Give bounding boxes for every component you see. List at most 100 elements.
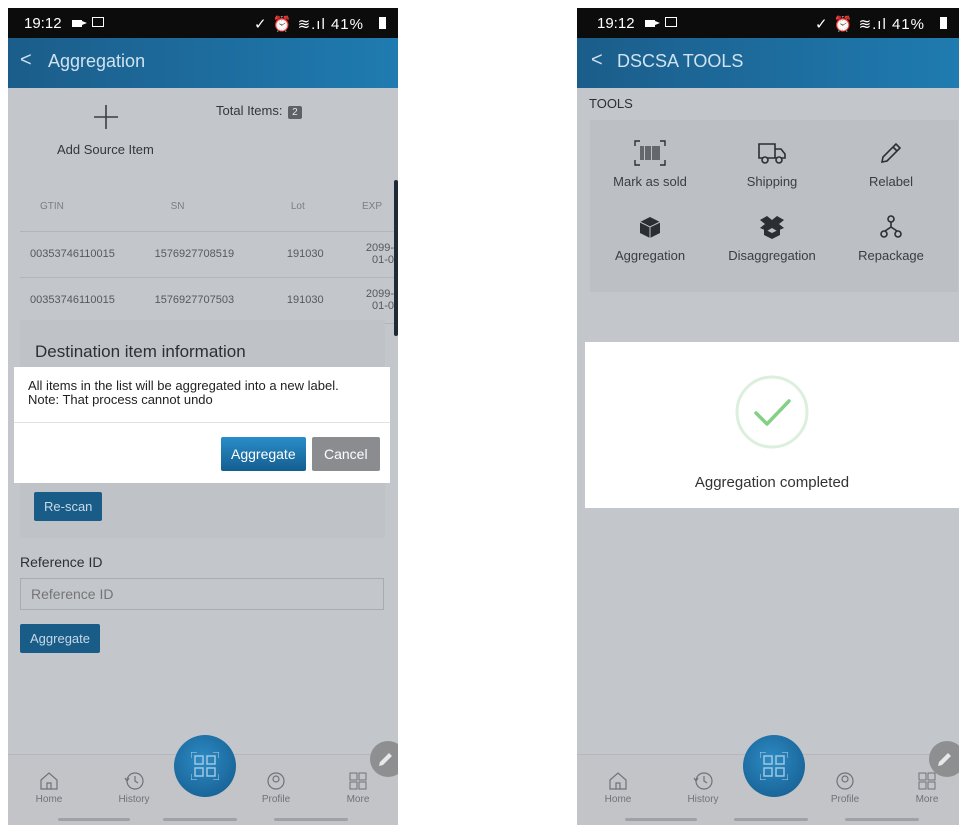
open-box-icon <box>760 216 784 239</box>
home-icon <box>609 772 627 790</box>
system-nav-hint <box>845 818 919 821</box>
nav-home-label: Home <box>604 794 632 805</box>
tool-label: Mark as sold <box>613 174 687 189</box>
reference-id-label: Reference ID <box>20 554 103 570</box>
reference-id-input[interactable] <box>20 578 384 610</box>
table-row[interactable]: 00353746110015 1576927708519 191030 2099… <box>20 231 398 277</box>
system-nav-hint <box>163 818 237 821</box>
bottom-navigation: Home History Profile More <box>8 735 398 825</box>
tool-relabel[interactable]: Relabel <box>836 140 946 189</box>
profile-icon <box>836 772 854 790</box>
total-items: Total Items: 2 <box>216 103 302 119</box>
nav-profile[interactable]: Profile <box>246 770 306 805</box>
grid-icon <box>349 772 367 790</box>
tools-section-title: TOOLS <box>589 96 633 111</box>
tool-label: Repackage <box>858 248 924 263</box>
success-message: Aggregation completed <box>694 474 850 491</box>
tool-disaggregation[interactable]: Disaggregation <box>717 214 827 263</box>
barcode-icon <box>634 140 666 166</box>
cell-sn: 1576927708519 <box>154 248 235 260</box>
tools-grid: Mark as sold Shipping Relabel Aggregatio… <box>590 120 958 292</box>
page-title: Aggregation <box>48 51 146 71</box>
battery-icon <box>379 17 386 29</box>
add-source-item-label: Add Source Item <box>57 142 154 157</box>
app-bar: < Aggregation <box>8 38 398 88</box>
hierarchy-icon <box>880 215 902 238</box>
gallery-icon <box>665 17 677 27</box>
column-header-exp: EXP <box>361 201 382 213</box>
cell-gtin: 00353746110015 <box>30 294 115 306</box>
tool-aggregation[interactable]: Aggregation <box>595 214 705 263</box>
history-icon <box>124 772 144 790</box>
nav-home-label: Home <box>35 794 63 805</box>
dialog-message-line2: Note: That process cannot undo <box>28 392 213 407</box>
pencil-icon <box>880 142 902 164</box>
nav-history[interactable]: History <box>673 770 733 805</box>
plus-icon <box>94 105 118 129</box>
source-items-table: GTIN SN Lot EXP 00353746110015 157692770… <box>20 183 398 324</box>
nav-home[interactable]: Home <box>19 770 79 805</box>
bottom-navigation: Home History Profile More <box>577 735 959 825</box>
success-dialog: Aggregation completed <box>585 342 959 508</box>
scrollbar[interactable] <box>394 180 398 336</box>
tool-shipping[interactable]: Shipping <box>717 140 827 189</box>
pencil-icon <box>938 753 951 766</box>
nav-more[interactable]: More <box>328 770 388 805</box>
dialog-cancel-button[interactable]: Cancel <box>312 437 380 471</box>
nav-more-label: More <box>346 794 370 805</box>
nav-profile-label: Profile <box>830 794 860 805</box>
nav-more-label: More <box>915 794 939 805</box>
status-bar: 19:12 ✓ ⏰ ≋.ıl 41% <box>8 8 398 38</box>
nav-history-label: History <box>687 794 719 805</box>
back-button[interactable]: < <box>591 49 603 72</box>
profile-icon <box>267 772 285 790</box>
status-time: 19:12 <box>24 15 62 32</box>
table-row[interactable]: 00353746110015 1576927707503 191030 2099… <box>20 277 398 323</box>
nav-home[interactable]: Home <box>588 770 648 805</box>
tool-label: Disaggregation <box>728 248 816 263</box>
system-nav-hint <box>625 818 697 821</box>
tool-mark-as-sold[interactable]: Mark as sold <box>595 140 705 189</box>
recording-icon <box>72 20 87 27</box>
dialog-divider <box>14 422 390 423</box>
column-header-lot: Lot <box>290 201 305 213</box>
cell-exp: 2099-01-0 <box>365 242 394 266</box>
battery-icon <box>940 17 947 29</box>
tool-repackage[interactable]: Repackage <box>836 214 946 263</box>
system-nav-hint <box>274 818 348 821</box>
status-time: 19:12 <box>597 15 635 32</box>
right-phone-screen: 19:12 ✓ ⏰ ≋.ıl 41% < DSCSA TOOLS TOOLS M… <box>577 8 959 825</box>
app-bar: < DSCSA TOOLS <box>577 38 959 88</box>
history-icon <box>693 772 713 790</box>
edit-fab[interactable] <box>370 741 398 777</box>
home-icon <box>40 772 58 790</box>
scan-button[interactable] <box>174 735 236 797</box>
dialog-aggregate-button[interactable]: Aggregate <box>221 437 306 471</box>
left-phone-screen: 19:12 ✓ ⏰ ≋.ıl 41% < Aggregation Add Sou… <box>8 8 398 825</box>
edit-fab[interactable] <box>929 741 959 777</box>
back-button[interactable]: < <box>20 49 32 72</box>
nav-history[interactable]: History <box>104 770 164 805</box>
recording-icon <box>645 20 660 27</box>
pencil-icon <box>379 753 392 766</box>
total-items-label: Total Items: <box>216 103 283 118</box>
column-header-gtin: GTIN <box>40 201 64 213</box>
aggregate-button[interactable]: Aggregate <box>20 624 100 653</box>
rescan-button[interactable]: Re-scan <box>34 492 103 521</box>
nav-profile[interactable]: Profile <box>815 770 875 805</box>
gallery-icon <box>92 17 104 27</box>
status-system-icons: ✓ ⏰ ≋.ıl 41% <box>253 16 364 33</box>
tool-label: Relabel <box>868 174 914 189</box>
add-source-item-button[interactable]: Add Source Item <box>56 100 156 160</box>
truck-icon <box>758 143 786 164</box>
scan-button[interactable] <box>743 735 805 797</box>
tool-label: Aggregation <box>614 248 686 263</box>
cell-exp: 2099-01-0 <box>365 288 394 312</box>
checkmark-icon <box>735 375 809 449</box>
dialog-message: All items in the list will be aggregated… <box>28 379 339 407</box>
tool-label: Shipping <box>746 174 798 189</box>
destination-title: Destination item information <box>35 342 246 361</box>
aggregate-confirm-dialog: All items in the list will be aggregated… <box>14 367 390 483</box>
nav-history-label: History <box>118 794 150 805</box>
system-nav-hint <box>58 818 130 821</box>
